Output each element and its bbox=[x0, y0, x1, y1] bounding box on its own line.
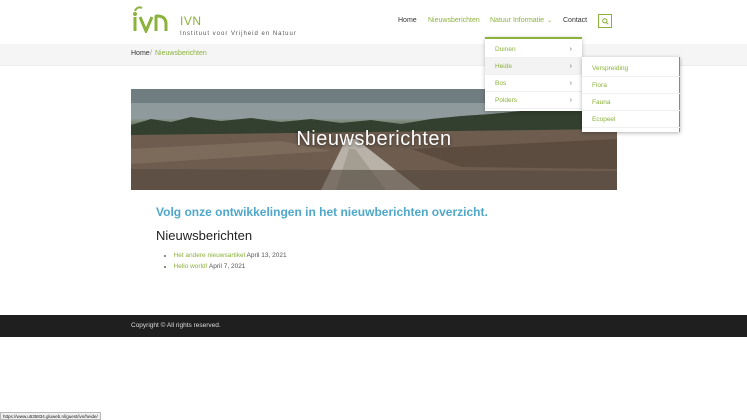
site-tagline: Instituut voor Vrijheid en Natuur bbox=[180, 31, 297, 37]
post-date: April 7, 2021 bbox=[208, 263, 246, 270]
menu-item-label: Polders bbox=[495, 97, 518, 104]
menu-item-bos[interactable]: Bos › bbox=[485, 75, 582, 92]
list-item: Het andere nieuwsartikel April 13, 2021 bbox=[164, 252, 287, 259]
submenu-item-fauna[interactable]: Fauna bbox=[582, 94, 680, 111]
hero-title: Nieuwsberichten bbox=[296, 128, 452, 150]
site-title[interactable]: IVN bbox=[180, 14, 202, 28]
heide-submenu: Verspreiding Flora Fauna Ecopeel bbox=[582, 57, 680, 132]
post-list: Het andere nieuwsartikel April 13, 2021 … bbox=[164, 252, 287, 274]
breadcrumb-current: Nieuwsberichten bbox=[155, 50, 207, 57]
search-icon bbox=[601, 17, 609, 25]
menu-item-heide[interactable]: Heide › bbox=[485, 58, 582, 75]
site-header: IVN Instituut voor Vrijheid en Natuur Ho… bbox=[0, 0, 747, 44]
post-date: April 13, 2021 bbox=[246, 252, 287, 259]
nav-contact[interactable]: Contact bbox=[563, 17, 587, 24]
natuur-informatie-dropdown: Duinen › Heide › Bos › Polders › bbox=[485, 37, 582, 111]
post-link[interactable]: Hello world! bbox=[174, 263, 208, 270]
intro-heading: Volg onze ontwikkelingen in het nieuwber… bbox=[156, 205, 488, 219]
menu-item-label: Heide bbox=[495, 63, 512, 70]
nav-nieuwsberichten[interactable]: Nieuwsberichten bbox=[428, 17, 480, 24]
chevron-down-icon: ⌄ bbox=[547, 18, 553, 24]
menu-item-label: Duinen bbox=[495, 46, 516, 53]
submenu-item-verspreiding[interactable]: Verspreiding bbox=[582, 60, 680, 77]
breadcrumb-home[interactable]: Home bbox=[131, 50, 150, 57]
copyright-text: Copyright © All rights reserved. bbox=[131, 322, 221, 329]
post-link[interactable]: Het andere nieuwsartikel bbox=[174, 252, 246, 259]
section-heading: Nieuwsberichten bbox=[156, 228, 253, 243]
page: IVN Instituut voor Vrijheid en Natuur Ho… bbox=[0, 0, 747, 420]
menu-item-label: Bos bbox=[495, 80, 507, 87]
menu-item-polders[interactable]: Polders › bbox=[485, 92, 582, 109]
submenu-item-ecopeel[interactable]: Ecopeel bbox=[582, 111, 680, 128]
nav-natuur-informatie-label: Natuur Informatie bbox=[490, 17, 545, 24]
chevron-right-icon: › bbox=[569, 80, 572, 87]
breadcrumb-separator: / bbox=[150, 50, 152, 57]
chevron-right-icon: › bbox=[569, 63, 572, 70]
chevron-right-icon: › bbox=[569, 97, 572, 104]
list-item: Hello world! April 7, 2021 bbox=[164, 263, 287, 270]
site-footer: Copyright © All rights reserved. bbox=[0, 315, 747, 337]
submenu-item-flora[interactable]: Flora bbox=[582, 77, 680, 94]
browser-status-bar: https://www.u535834.gluweb.nl/guest/ivn/… bbox=[0, 412, 101, 420]
search-button[interactable] bbox=[598, 14, 612, 28]
nav-natuur-informatie[interactable]: Natuur Informatie ⌄ bbox=[490, 17, 552, 24]
chevron-right-icon: › bbox=[569, 46, 572, 53]
menu-item-duinen[interactable]: Duinen › bbox=[485, 41, 582, 58]
ivn-logo[interactable] bbox=[131, 5, 171, 33]
nav-home[interactable]: Home bbox=[398, 17, 417, 24]
